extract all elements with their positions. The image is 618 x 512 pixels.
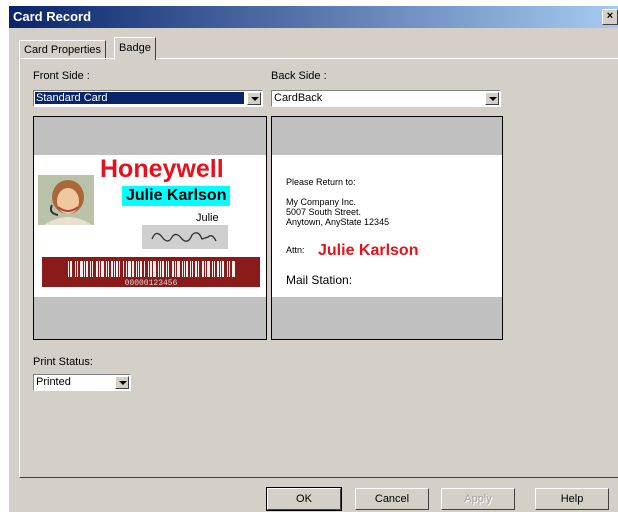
barcode-bar: [162, 261, 164, 277]
card-record-dialog: Card Record × Card Properties Badge Fron…: [9, 6, 618, 512]
help-button[interactable]: Help: [535, 488, 609, 510]
back-card: Please Return to: My Company Inc. 5007 S…: [272, 155, 502, 297]
barcode-bar: [111, 261, 113, 277]
close-button[interactable]: ×: [602, 9, 618, 25]
tab-badge[interactable]: Badge: [114, 37, 156, 60]
cardholder-first-name: Julie: [196, 212, 219, 224]
attn-name: Julie Karlson: [318, 242, 419, 259]
barcode-bar: [212, 261, 213, 277]
barcode-bar: [207, 261, 210, 277]
attn-label: Attn:: [286, 245, 305, 255]
barcode-bar: [140, 261, 142, 277]
brand-text: Honeywell: [100, 155, 224, 183]
barcode-bar: [119, 261, 120, 277]
return-address: My Company Inc. 5007 South Street. Anyto…: [286, 197, 389, 227]
barcode-bar: [138, 261, 139, 277]
barcode-bar: [108, 261, 109, 277]
barcode-bar: [182, 261, 183, 277]
front-side-select[interactable]: Standard Card: [33, 90, 263, 107]
barcode-bar: [184, 261, 185, 277]
front-card-preview: Honeywell Julie Karlson Julie 0000012345…: [33, 116, 267, 340]
back-side-label: Back Side :: [271, 70, 327, 82]
barcode-bar: [160, 261, 161, 277]
address-line: 5007 South Street.: [286, 207, 362, 217]
front-side-value: Standard Card: [35, 92, 244, 104]
barcode-bar: [177, 261, 180, 277]
print-status-label: Print Status:: [33, 356, 93, 368]
barcode-bar: [90, 261, 91, 277]
title-bar: Card Record ×: [9, 6, 618, 28]
barcode-bar: [123, 261, 124, 277]
barcode-bar: [217, 261, 219, 277]
barcode-bar: [148, 261, 149, 277]
ok-button[interactable]: OK: [266, 487, 342, 511]
barcode-bar: [84, 261, 85, 277]
barcode-bar: [75, 261, 76, 277]
back-card-preview: Please Return to: My Company Inc. 5007 S…: [271, 116, 503, 340]
address-line: My Company Inc.: [286, 197, 357, 207]
barcode-bar: [186, 261, 188, 277]
barcode-bar: [128, 261, 131, 277]
barcode-bar: [150, 261, 152, 277]
barcode-bar: [70, 261, 72, 277]
chevron-down-icon[interactable]: [485, 92, 499, 105]
barcode-bar: [220, 261, 221, 277]
barcode-bar: [126, 261, 127, 277]
barcode-bar: [202, 261, 204, 277]
barcode-bar: [86, 261, 88, 277]
cancel-button[interactable]: Cancel: [355, 488, 429, 510]
chevron-down-icon[interactable]: [115, 376, 129, 389]
back-side-select[interactable]: CardBack: [271, 90, 501, 107]
barcode-bar: [153, 261, 156, 277]
barcode-bar: [190, 261, 191, 277]
barcode-bar: [232, 261, 235, 277]
barcode-bar: [132, 261, 134, 277]
barcode-bar: [136, 261, 137, 277]
barcode-bar: [92, 261, 93, 277]
barcode-bar: [99, 261, 100, 277]
chevron-down-icon[interactable]: [247, 92, 261, 105]
barcode-bar: [144, 261, 145, 277]
barcode-bar: [101, 261, 104, 277]
photo-portrait: [38, 175, 94, 225]
brand-logo: Honeywell: [100, 155, 224, 184]
barcode-bar: [229, 261, 230, 277]
barcode-bar: [166, 261, 167, 277]
return-heading: Please Return to:: [286, 177, 356, 187]
barcode-bar: [227, 261, 228, 277]
barcode-bar: [116, 261, 118, 277]
back-side-value: CardBack: [274, 92, 323, 104]
window-title: Card Record: [13, 9, 92, 24]
barcode-bar: [168, 261, 169, 277]
front-side-label: Front Side :: [33, 70, 90, 82]
barcode: 00000123456: [42, 257, 260, 287]
barcode-bar: [77, 261, 78, 277]
print-status-select[interactable]: Printed: [33, 374, 131, 391]
barcode-bar: [195, 261, 197, 277]
signature-image: [142, 225, 228, 249]
mail-station-label: Mail Station:: [286, 273, 353, 287]
barcode-bar: [96, 261, 98, 277]
barcode-bar: [222, 261, 224, 277]
barcode-bar: [198, 261, 199, 277]
address-line: Anytown, AnyState 12345: [286, 217, 390, 227]
barcode-bar: [68, 261, 69, 277]
barcode-bar: [106, 261, 107, 277]
cardholder-name: Julie Karlson: [122, 186, 231, 206]
barcode-bar: [175, 261, 176, 277]
barcode-bar: [214, 261, 215, 277]
tab-card-properties[interactable]: Card Properties: [19, 40, 107, 60]
barcode-bar: [80, 261, 83, 277]
barcode-number: 00000123456: [125, 279, 178, 287]
apply-button[interactable]: Apply: [441, 488, 515, 510]
barcode-bar: [158, 261, 159, 277]
barcode-bar: [114, 261, 115, 277]
barcode-bar: [205, 261, 206, 277]
print-status-value: Printed: [36, 376, 71, 388]
barcode-bar: [172, 261, 174, 277]
barcode-bar: [192, 261, 193, 277]
front-card: Honeywell Julie Karlson Julie 0000012345…: [34, 155, 266, 297]
